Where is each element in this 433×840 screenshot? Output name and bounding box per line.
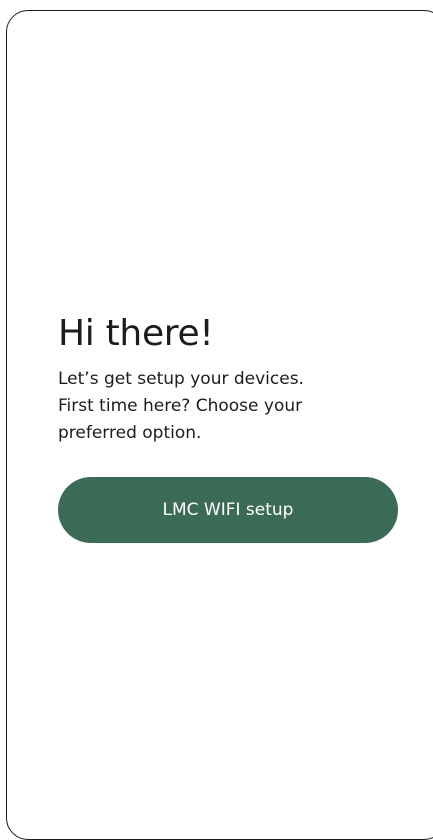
welcome-subtitle: Let’s get setup your devices. First time… — [58, 369, 304, 443]
wifi-setup-button[interactable]: LMC WIFI setup — [58, 477, 398, 543]
page-title: Hi there! — [58, 313, 214, 354]
wifi-setup-button-label: LMC WIFI setup — [162, 500, 294, 520]
welcome-section: Hi there! Let’s get setup your devices. … — [58, 312, 398, 447]
